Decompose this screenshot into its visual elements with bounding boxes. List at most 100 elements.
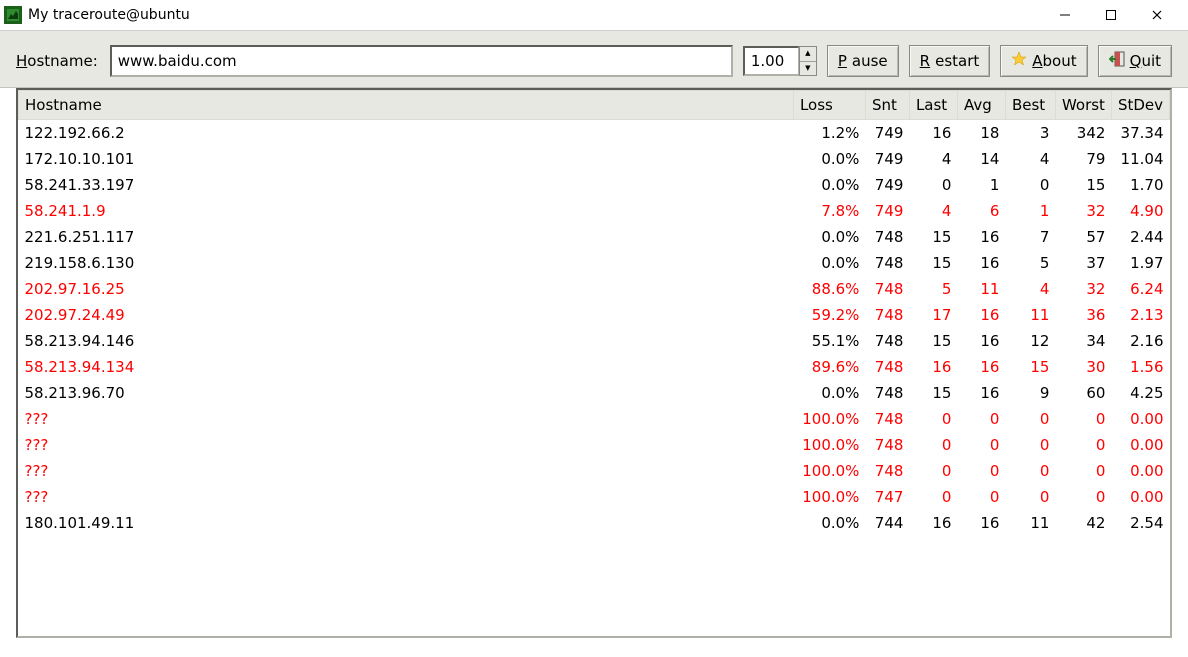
cell-avg: 6 xyxy=(957,198,1005,224)
col-worst[interactable]: Worst xyxy=(1055,91,1111,120)
cell-host: 58.241.33.197 xyxy=(19,172,794,198)
cell-stdev: 1.97 xyxy=(1111,250,1169,276)
table-row[interactable]: ???100.0%74800000.00 xyxy=(19,458,1170,484)
cell-stdev: 4.90 xyxy=(1111,198,1169,224)
cell-best: 0 xyxy=(1005,406,1055,432)
cell-worst: 32 xyxy=(1055,198,1111,224)
interval-spinner[interactable]: ▲ ▼ xyxy=(743,46,817,76)
col-hostname[interactable]: Hostname xyxy=(19,91,794,120)
cell-best: 0 xyxy=(1005,172,1055,198)
cell-snt: 748 xyxy=(865,224,909,250)
cell-avg: 16 xyxy=(957,380,1005,406)
restart-button[interactable]: Restart xyxy=(909,45,991,77)
cell-avg: 0 xyxy=(957,484,1005,510)
cell-best: 3 xyxy=(1005,120,1055,147)
cell-best: 0 xyxy=(1005,432,1055,458)
hostname-input[interactable] xyxy=(110,45,733,77)
cell-last: 15 xyxy=(909,380,957,406)
cell-host: 172.10.10.101 xyxy=(19,146,794,172)
cell-avg: 0 xyxy=(957,406,1005,432)
cell-loss: 7.8% xyxy=(793,198,865,224)
table-row[interactable]: 172.10.10.1010.0%74941447911.04 xyxy=(19,146,1170,172)
table-row[interactable]: ???100.0%74800000.00 xyxy=(19,406,1170,432)
cell-snt: 749 xyxy=(865,198,909,224)
cell-avg: 0 xyxy=(957,458,1005,484)
cell-loss: 100.0% xyxy=(793,406,865,432)
col-snt[interactable]: Snt xyxy=(865,91,909,120)
maximize-button[interactable] xyxy=(1088,0,1134,30)
close-button[interactable] xyxy=(1134,0,1180,30)
table-row[interactable]: 219.158.6.1300.0%74815165371.97 xyxy=(19,250,1170,276)
cell-stdev: 0.00 xyxy=(1111,432,1169,458)
about-button[interactable]: About xyxy=(1000,45,1087,77)
cell-worst: 60 xyxy=(1055,380,1111,406)
cell-avg: 16 xyxy=(957,328,1005,354)
col-stdev[interactable]: StDev xyxy=(1111,91,1169,120)
cell-best: 4 xyxy=(1005,276,1055,302)
cell-snt: 748 xyxy=(865,380,909,406)
cell-host: ??? xyxy=(19,432,794,458)
cell-stdev: 0.00 xyxy=(1111,484,1169,510)
table-row[interactable]: 58.241.1.97.8%749461324.90 xyxy=(19,198,1170,224)
cell-snt: 748 xyxy=(865,276,909,302)
minimize-button[interactable] xyxy=(1042,0,1088,30)
cell-avg: 0 xyxy=(957,432,1005,458)
table-row[interactable]: 122.192.66.21.2%7491618334237.34 xyxy=(19,120,1170,147)
col-loss[interactable]: Loss xyxy=(793,91,865,120)
cell-stdev: 11.04 xyxy=(1111,146,1169,172)
cell-loss: 100.0% xyxy=(793,458,865,484)
table-header-row: Hostname Loss Snt Last Avg Best Worst St… xyxy=(19,91,1170,120)
table-row[interactable]: 202.97.16.2588.6%7485114326.24 xyxy=(19,276,1170,302)
interval-input[interactable] xyxy=(743,46,799,76)
cell-worst: 32 xyxy=(1055,276,1111,302)
cell-best: 0 xyxy=(1005,458,1055,484)
cell-snt: 749 xyxy=(865,172,909,198)
cell-best: 11 xyxy=(1005,302,1055,328)
table-row[interactable]: 58.213.94.13489.6%748161615301.56 xyxy=(19,354,1170,380)
table-row[interactable]: 58.213.94.14655.1%748151612342.16 xyxy=(19,328,1170,354)
cell-best: 1 xyxy=(1005,198,1055,224)
cell-snt: 748 xyxy=(865,406,909,432)
cell-loss: 0.0% xyxy=(793,380,865,406)
cell-best: 9 xyxy=(1005,380,1055,406)
cell-snt: 748 xyxy=(865,458,909,484)
window-title: My traceroute@ubuntu xyxy=(28,7,190,23)
cell-last: 0 xyxy=(909,484,957,510)
cell-host: 180.101.49.11 xyxy=(19,510,794,536)
cell-worst: 37 xyxy=(1055,250,1111,276)
table-row[interactable]: 58.241.33.1970.0%749010151.70 xyxy=(19,172,1170,198)
app-icon xyxy=(4,6,22,24)
cell-best: 7 xyxy=(1005,224,1055,250)
titlebar: My traceroute@ubuntu xyxy=(0,0,1188,31)
table-row[interactable]: ???100.0%74800000.00 xyxy=(19,432,1170,458)
cell-worst: 0 xyxy=(1055,406,1111,432)
pause-button[interactable]: Pause xyxy=(827,45,899,77)
cell-loss: 100.0% xyxy=(793,484,865,510)
cell-last: 0 xyxy=(909,458,957,484)
cell-worst: 0 xyxy=(1055,484,1111,510)
table-row[interactable]: 221.6.251.1170.0%74815167572.44 xyxy=(19,224,1170,250)
table-row[interactable]: ???100.0%74700000.00 xyxy=(19,484,1170,510)
col-best[interactable]: Best xyxy=(1005,91,1055,120)
table-row[interactable]: 58.213.96.700.0%74815169604.25 xyxy=(19,380,1170,406)
cell-avg: 16 xyxy=(957,250,1005,276)
interval-up-button[interactable]: ▲ xyxy=(800,47,816,62)
cell-last: 0 xyxy=(909,172,957,198)
cell-last: 5 xyxy=(909,276,957,302)
cell-host: 202.97.16.25 xyxy=(19,276,794,302)
quit-button[interactable]: Quit xyxy=(1098,45,1172,77)
interval-down-button[interactable]: ▼ xyxy=(800,62,816,76)
col-avg[interactable]: Avg xyxy=(957,91,1005,120)
cell-best: 12 xyxy=(1005,328,1055,354)
table-row[interactable]: 202.97.24.4959.2%748171611362.13 xyxy=(19,302,1170,328)
cell-loss: 0.0% xyxy=(793,250,865,276)
cell-snt: 748 xyxy=(865,302,909,328)
cell-last: 17 xyxy=(909,302,957,328)
cell-host: ??? xyxy=(19,406,794,432)
cell-last: 16 xyxy=(909,120,957,147)
col-last[interactable]: Last xyxy=(909,91,957,120)
cell-snt: 749 xyxy=(865,146,909,172)
cell-loss: 88.6% xyxy=(793,276,865,302)
table-row[interactable]: 180.101.49.110.0%744161611422.54 xyxy=(19,510,1170,536)
cell-host: 58.213.94.146 xyxy=(19,328,794,354)
